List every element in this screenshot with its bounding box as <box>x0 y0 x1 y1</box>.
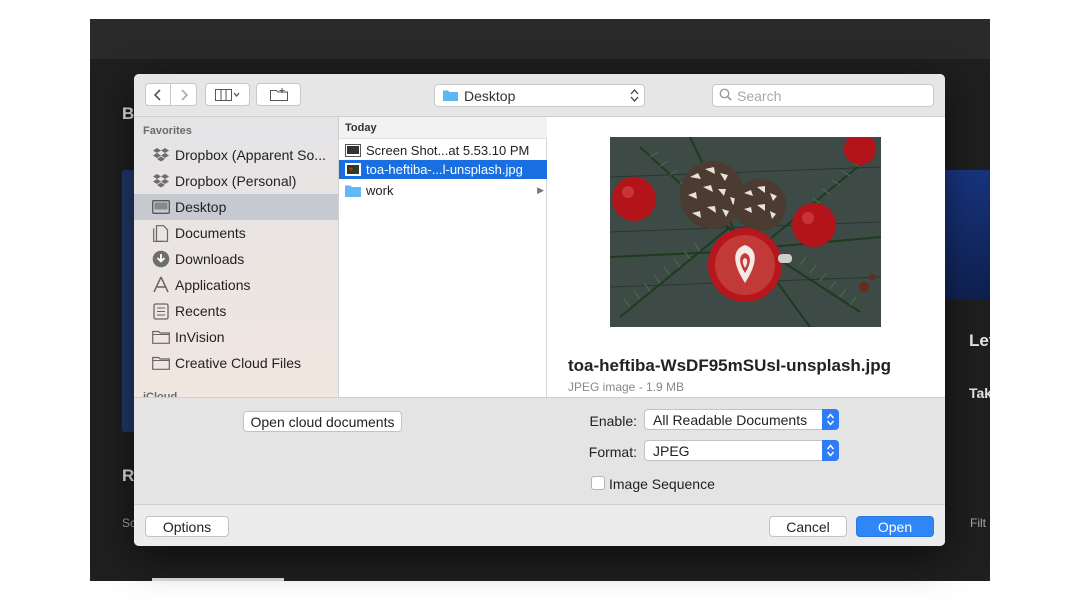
sidebar-item-label: Creative Cloud Files <box>175 355 302 371</box>
app-heading-fragment: B <box>122 104 135 123</box>
app-banner-title-fragment: Let <box>969 331 990 350</box>
sidebar-item-label: Documents <box>175 225 246 241</box>
app-scroll-indicator <box>152 578 284 581</box>
folder-icon <box>345 184 361 197</box>
enable-label: Enable: <box>589 413 637 429</box>
preview-file-info: JPEG image - 1.9 MB <box>568 380 685 394</box>
sidebar-item-creative-cloud[interactable]: Creative Cloud Files <box>134 350 338 376</box>
updown-arrows-icon <box>822 409 839 430</box>
options-panel: Open cloud documents Enable: All Readabl… <box>134 397 945 504</box>
image-sequence-checkbox[interactable] <box>591 476 605 490</box>
new-folder-button[interactable] <box>256 83 301 106</box>
file-name: toa-heftiba-...l-unsplash.jpg <box>366 162 523 177</box>
open-file-dialog: Desktop Favorites Dropbox (Apparent So..… <box>134 74 945 546</box>
sidebar-item-invision[interactable]: InVision <box>134 324 338 350</box>
file-row-selected-image[interactable]: toa-heftiba-...l-unsplash.jpg <box>339 160 547 179</box>
applications-icon <box>152 276 170 294</box>
file-row-work-folder[interactable]: work ▶ <box>339 181 547 200</box>
sidebar-item-documents[interactable]: Documents <box>134 220 338 246</box>
folder-icon <box>443 88 458 104</box>
app-banner-text-fragment: Tak <box>969 385 990 401</box>
recents-icon <box>152 302 170 320</box>
sidebar-item-applications[interactable]: Applications <box>134 272 338 298</box>
search-input[interactable] <box>737 87 917 104</box>
new-folder-icon <box>269 88 288 101</box>
app-titlebar <box>90 19 990 59</box>
format-label: Format: <box>588 444 637 460</box>
sidebar-item-label: Desktop <box>175 199 227 215</box>
sidebar-item-desktop[interactable]: Desktop <box>134 194 338 220</box>
folder-icon <box>152 328 170 346</box>
open-button[interactable]: Open <box>856 516 934 537</box>
sidebar-item-label: InVision <box>175 329 225 345</box>
sidebar-item-recents[interactable]: Recents <box>134 298 338 324</box>
format-value: JPEG <box>653 442 690 459</box>
search-icon <box>719 88 732 104</box>
chevron-right-icon <box>179 88 189 101</box>
updown-arrows-icon <box>822 440 839 461</box>
image-file-icon <box>345 163 361 176</box>
dialog-toolbar: Desktop <box>134 74 945 117</box>
preview-image <box>610 137 881 327</box>
enable-value: All Readable Documents <box>653 411 808 428</box>
sidebar-item-dropbox-apparent[interactable]: Dropbox (Apparent So... <box>134 142 338 168</box>
file-row-screenshot[interactable]: Screen Shot...at 5.53.10 PM <box>339 141 547 160</box>
location-popup[interactable]: Desktop <box>434 84 645 107</box>
format-popup[interactable]: JPEG <box>644 440 839 461</box>
sidebar-item-label: Recents <box>175 303 227 319</box>
view-mode-button[interactable] <box>205 83 250 106</box>
dialog-footer: Options Cancel Open <box>134 504 945 546</box>
sidebar-item-downloads[interactable]: Downloads <box>134 246 338 272</box>
folder-icon <box>152 354 170 372</box>
column-view-icon <box>214 88 241 101</box>
location-label: Desktop <box>464 87 516 104</box>
file-name: Screen Shot...at 5.53.10 PM <box>366 143 530 158</box>
cancel-button[interactable]: Cancel <box>769 516 847 537</box>
disclosure-arrow-icon: ▶ <box>537 185 544 195</box>
sidebar-item-label: Dropbox (Apparent So... <box>175 147 326 163</box>
documents-icon <box>152 224 170 242</box>
sidebar-item-label: Applications <box>175 277 251 293</box>
dropbox-icon <box>152 146 170 164</box>
screenshot-icon <box>345 144 361 157</box>
options-button[interactable]: Options <box>145 516 229 537</box>
file-name: work <box>366 183 394 198</box>
sidebar-item-dropbox-personal[interactable]: Dropbox (Personal) <box>134 168 338 194</box>
sidebar: Favorites Dropbox (Apparent So... Dropbo… <box>134 117 339 397</box>
sidebar-heading: Favorites <box>143 125 192 137</box>
downloads-icon <box>152 250 170 268</box>
search-field[interactable] <box>712 84 934 107</box>
preview-filename: toa-heftiba-WsDF95mSUsI-unsplash.jpg <box>568 356 892 375</box>
dropbox-icon <box>152 172 170 190</box>
updown-arrows-icon <box>630 88 639 106</box>
sidebar-item-label: Downloads <box>175 251 245 267</box>
chevron-left-icon <box>153 88 163 101</box>
app-section-fragment: R <box>122 466 135 485</box>
desktop-icon <box>152 198 170 216</box>
column-header: Today <box>339 117 547 139</box>
app-filter-fragment: Filt <box>970 516 986 530</box>
forward-button[interactable] <box>171 83 197 106</box>
back-button[interactable] <box>145 83 171 106</box>
preview-pane: toa-heftiba-WsDF95mSUsI-unsplash.jpg JPE… <box>547 117 945 397</box>
enable-popup[interactable]: All Readable Documents <box>644 409 839 430</box>
file-list-column: Today Screen Shot...at 5.53.10 PM toa-he… <box>339 117 547 397</box>
open-cloud-documents-button[interactable]: Open cloud documents <box>243 411 402 432</box>
image-sequence-label: Image Sequence <box>609 476 715 492</box>
app-banner <box>942 170 990 300</box>
sidebar-item-label: Dropbox (Personal) <box>175 173 297 189</box>
